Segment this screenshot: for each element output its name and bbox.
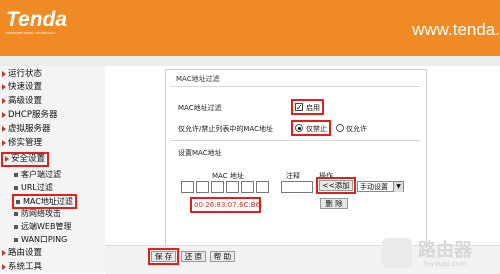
col-note-header: 注释: [286, 172, 300, 180]
sidebar-item-manage[interactable]: 修实管理: [2, 138, 42, 149]
note-input[interactable]: [281, 181, 313, 193]
brand-url: www.tenda.: [412, 20, 500, 39]
watermark-title: 路由器: [418, 240, 472, 261]
mac-octet-input-3[interactable]: [211, 181, 224, 193]
sidebar-subitem-anti-attack[interactable]: 防网络攻击: [14, 208, 61, 219]
sidebar-item-label: 远端WEB管理: [21, 222, 72, 231]
mac-octet-input-1[interactable]: [181, 181, 194, 193]
mac-octet-input-2[interactable]: [196, 181, 209, 193]
sidebar-subitem-wan-ping[interactable]: WAN口PING: [14, 234, 67, 245]
sidebar-item-label: 客户端过滤: [21, 170, 61, 179]
deny-radio[interactable]: [295, 124, 303, 132]
sidebar-item-quick-setup[interactable]: 快速设置: [2, 82, 42, 93]
header-strip: [0, 56, 500, 66]
sidebar-item-system-tools[interactable]: 系统工具: [2, 262, 42, 273]
help-button[interactable]: 帮 助: [210, 251, 235, 262]
enable-checkbox[interactable]: ✓: [295, 103, 303, 112]
allow-radio[interactable]: [336, 124, 344, 132]
save-button[interactable]: 保 存: [151, 251, 176, 262]
arrow-icon: [2, 125, 6, 132]
arrow-icon: [2, 70, 6, 77]
sidebar-item-label: 虚拟服务器: [8, 124, 51, 134]
mode-select-value: 手动设置: [360, 183, 388, 191]
sidebar-item-label: DHCP服务器: [8, 110, 58, 120]
panel-title: MAC地址过滤: [176, 75, 220, 83]
brand-logo: Tenda: [6, 8, 68, 31]
sidebar-item-label: URL过滤: [21, 183, 53, 192]
allow-label: 仅允许: [346, 125, 367, 133]
sidebar-item-routing[interactable]: 路由设置: [2, 248, 42, 259]
mac-octet-input-6[interactable]: [256, 181, 269, 193]
arrow-icon: [2, 83, 6, 90]
add-button[interactable]: <<添加: [319, 180, 353, 191]
deny-label: 仅禁止: [306, 125, 327, 133]
bullet-icon: [14, 185, 18, 190]
allow-deny-label: 仅允许/禁止列表中的MAC地址: [178, 125, 273, 133]
col-mac-header: MAC 地址: [212, 172, 244, 180]
divider: [170, 86, 420, 87]
bullet-icon: [14, 224, 18, 229]
sidebar-item-label: 快速设置: [8, 82, 43, 92]
sidebar-item-label: 防网络攻击: [21, 209, 61, 218]
sidebar-item-status[interactable]: 运行状态: [2, 69, 42, 80]
watermark-sub: luyouqi.com: [424, 260, 467, 268]
delete-button[interactable]: 删 除: [320, 198, 348, 209]
divider: [170, 140, 420, 141]
sidebar-item-label: 安全设置: [11, 154, 46, 164]
arrow-icon: [2, 139, 6, 146]
bullet-icon: [14, 172, 18, 177]
sidebar-item-virtual-server[interactable]: 虚拟服务器: [2, 124, 51, 135]
arrow-icon: [2, 263, 6, 270]
sidebar-subitem-url-filter[interactable]: URL过滤: [14, 182, 53, 193]
mac-value-text: 00:26:83:07:6C:B6: [194, 201, 261, 209]
bullet-icon: [16, 199, 20, 204]
bullet-icon: [14, 211, 18, 216]
brand-tagline: SHENZHEN TENDA TECHNOLOGY: [6, 32, 56, 35]
sidebar-item-label: WAN口PING: [21, 235, 68, 244]
arrow-icon: [2, 249, 6, 256]
sidebar-item-label: 高级设置: [8, 96, 43, 106]
mac-octet-input-5[interactable]: [241, 181, 254, 193]
sidebar-subitem-remote-web[interactable]: 远端WEB管理: [14, 221, 71, 232]
watermark: 路由器 luyouqi.com: [380, 236, 500, 273]
arrow-icon: [5, 155, 9, 162]
bullet-icon: [14, 237, 18, 242]
sidebar-item-label: 路由设置: [8, 248, 43, 258]
sidebar-subitem-client-filter[interactable]: 客户端过滤: [14, 169, 61, 180]
mac-filter-label: MAC地址过滤: [178, 104, 222, 112]
enable-label: 启用: [306, 104, 320, 112]
sidebar-item-label: 运行状态: [8, 69, 43, 79]
sidebar-item-security[interactable]: 安全设置: [1, 152, 50, 167]
mode-select[interactable]: 手动设置 ▼: [357, 181, 404, 192]
arrow-icon: [2, 111, 6, 118]
mac-octet-input-4[interactable]: [226, 181, 239, 193]
sidebar-item-advanced[interactable]: 高级设置: [2, 96, 42, 107]
header-bar: Tenda SHENZHEN TENDA TECHNOLOGY www.tend…: [0, 0, 500, 56]
sidebar-item-label: 系统工具: [8, 262, 43, 272]
sidebar-subitem-mac-filter[interactable]: MAC地址过滤: [12, 194, 77, 209]
router-icon: [382, 238, 412, 268]
restore-button[interactable]: 还 原: [181, 251, 206, 262]
arrow-icon: [2, 97, 6, 104]
set-mac-label: 设置MAC地址: [178, 149, 222, 157]
chevron-down-icon: ▼: [393, 182, 403, 192]
sidebar-item-label: MAC地址过滤: [23, 197, 73, 206]
sidebar-item-label: 修实管理: [8, 138, 43, 148]
sidebar-item-dhcp[interactable]: DHCP服务器: [2, 110, 58, 121]
